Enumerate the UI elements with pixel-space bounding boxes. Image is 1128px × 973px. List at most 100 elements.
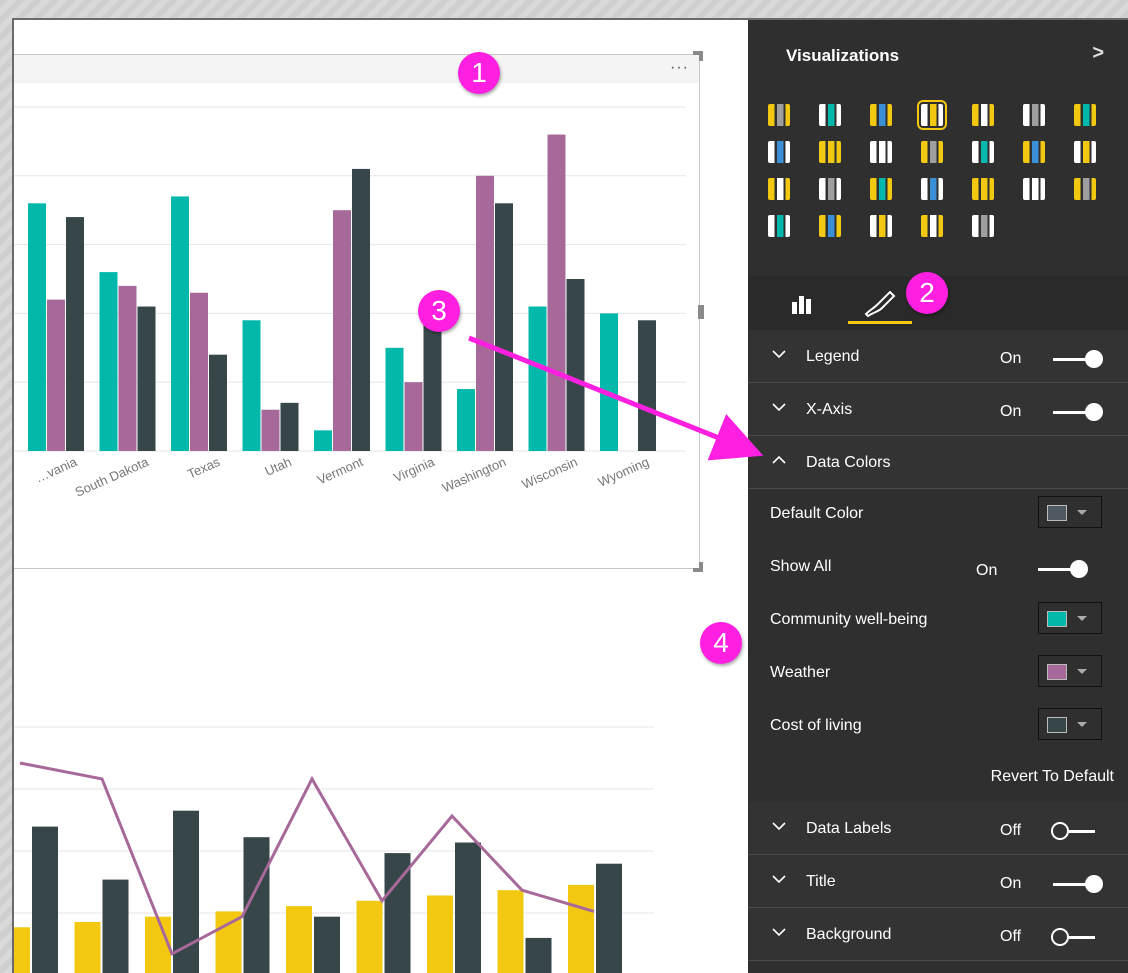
column-bar[interactable] (74, 922, 101, 973)
column-bar[interactable] (28, 203, 46, 451)
section-toggle[interactable] (1051, 928, 1109, 946)
line-stacked-column-visual-icon[interactable] (921, 141, 943, 163)
gauge-visual-icon[interactable] (768, 215, 790, 237)
column-bar[interactable] (568, 884, 594, 973)
section-toggle[interactable] (1051, 875, 1109, 893)
column-bar[interactable] (280, 402, 299, 451)
column-bar[interactable] (286, 906, 312, 973)
section-state: On (1000, 350, 1022, 367)
color-picker[interactable] (1038, 655, 1102, 687)
section-toggle[interactable] (1051, 822, 1109, 840)
matrix-visual-icon[interactable] (972, 178, 994, 200)
column-bar[interactable] (66, 217, 84, 451)
multi-row-card-visual-icon[interactable] (819, 215, 841, 237)
column-bar[interactable] (385, 347, 404, 451)
column-bar[interactable] (314, 916, 340, 973)
resize-handle-top-right[interactable] (693, 51, 703, 61)
color-picker[interactable] (1038, 602, 1102, 634)
chevron-down-icon (1077, 722, 1087, 727)
column-bar[interactable] (638, 320, 656, 451)
section-data-colors[interactable]: Data Colors (748, 436, 1128, 489)
filled-map-visual-icon[interactable] (1023, 178, 1045, 200)
funnel-visual-icon[interactable] (1074, 178, 1096, 200)
donut-visual-icon[interactable] (972, 215, 994, 237)
column-bar[interactable] (566, 279, 585, 451)
column-bar[interactable] (404, 382, 423, 451)
column-bar[interactable] (476, 175, 494, 452)
column-bar[interactable] (333, 210, 351, 451)
treemap-visual-icon[interactable] (819, 178, 841, 200)
column-bar[interactable] (495, 203, 513, 451)
slicer-visual-icon[interactable] (921, 215, 943, 237)
line-clustered-column-visual-icon[interactable] (870, 141, 892, 163)
column-bar[interactable] (118, 285, 137, 451)
section-toggle[interactable] (1051, 403, 1109, 421)
x-tick-label: Texas (185, 454, 223, 482)
column-bar[interactable] (525, 937, 552, 973)
clustered-bar-visual-icon[interactable] (870, 104, 892, 126)
column-bar[interactable] (137, 306, 156, 451)
column-bar[interactable] (173, 810, 199, 973)
waterfall-visual-icon[interactable] (1023, 141, 1045, 163)
column-bar[interactable] (457, 389, 475, 451)
column-bar[interactable] (423, 313, 442, 451)
100pct-column-visual-icon[interactable] (1023, 104, 1045, 126)
table-visual-icon[interactable] (921, 178, 943, 200)
column-bar[interactable] (261, 409, 280, 451)
section-data-labels[interactable]: Data Labels Off (748, 802, 1128, 855)
column-bar[interactable] (47, 299, 65, 451)
column-bar[interactable] (600, 313, 618, 451)
format-tab[interactable] (848, 284, 912, 324)
fields-tab[interactable] (788, 290, 816, 318)
column-bar[interactable] (171, 196, 189, 451)
resize-handle-bottom-right[interactable] (693, 562, 703, 572)
series-color-row: Community well-being (748, 595, 1128, 648)
column-bar[interactable] (356, 900, 383, 973)
card-visual-icon[interactable] (870, 215, 892, 237)
section-toggle[interactable] (1051, 350, 1109, 368)
line-visual-icon[interactable] (1074, 104, 1096, 126)
column-bar[interactable] (32, 826, 58, 973)
ribbon-visual-icon[interactable] (972, 141, 994, 163)
section-legend[interactable]: Legend On (748, 330, 1128, 383)
column-bar[interactable] (427, 895, 453, 973)
stacked-bar-visual-icon[interactable] (768, 104, 790, 126)
revert-to-default-button[interactable]: Revert To Default (991, 768, 1114, 786)
stacked-column-visual-icon[interactable] (819, 104, 841, 126)
section-background[interactable]: Background Off (748, 908, 1128, 961)
color-picker[interactable] (1038, 496, 1102, 528)
column-bar[interactable] (352, 168, 370, 452)
column-bar[interactable] (99, 272, 118, 451)
color-picker[interactable] (1038, 708, 1102, 740)
section-x-axis[interactable]: X-Axis On (748, 383, 1128, 436)
series-color-row: Weather (748, 648, 1128, 701)
show-all-toggle[interactable] (1036, 560, 1094, 578)
column-bar[interactable] (547, 134, 566, 451)
column-bar[interactable] (528, 306, 547, 451)
section-title: Title (806, 873, 836, 890)
selected-visual[interactable]: ··· …vania South Dakota Texas Utah Vermont Vi… (14, 51, 704, 572)
annotation-badge-1: 1 (458, 52, 500, 94)
resize-handle-right[interactable] (698, 305, 704, 319)
column-bar[interactable] (209, 354, 227, 451)
column-bar[interactable] (497, 890, 524, 973)
column-bar[interactable] (314, 430, 332, 451)
color-swatch (1047, 717, 1067, 733)
column-bar[interactable] (596, 863, 622, 973)
map-visual-icon[interactable] (870, 178, 892, 200)
chevron-right-icon[interactable]: > (1092, 42, 1104, 65)
pie-visual-icon[interactable] (768, 178, 790, 200)
column-bar[interactable] (14, 927, 30, 973)
column-bar[interactable] (242, 320, 261, 451)
area-visual-icon[interactable] (768, 141, 790, 163)
column-bar[interactable] (102, 879, 129, 973)
show-all-row: Show All On (748, 542, 1128, 595)
column-bar[interactable] (190, 292, 208, 451)
100pct-bar-visual-icon[interactable] (972, 104, 994, 126)
clustered-column-visual-icon[interactable] (917, 100, 947, 130)
section-title[interactable]: Title On (748, 855, 1128, 908)
column-bar[interactable] (455, 842, 481, 973)
scatter-visual-icon[interactable] (1074, 141, 1096, 163)
report-canvas: ··· …vania South Dakota Texas Utah Vermont Vi… (14, 20, 748, 973)
stacked-area-visual-icon[interactable] (819, 141, 841, 163)
